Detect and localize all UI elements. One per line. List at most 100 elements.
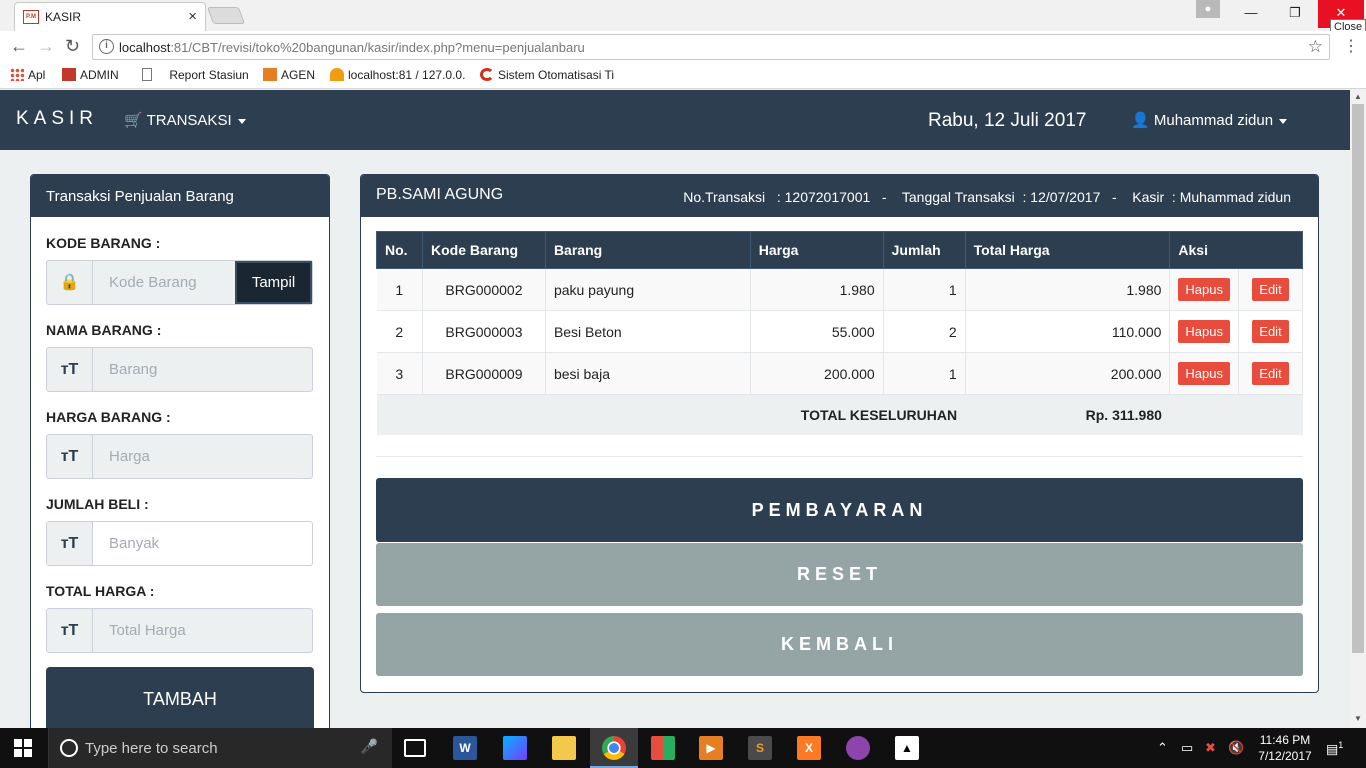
taskbar-clock[interactable]: 11:46 PM 7/12/2017 [1254,732,1316,764]
windows-taskbar: Type here to search 🎤 W ▶ S X ▲ ⌃ ▭ ✖ 🔇 … [0,728,1366,768]
harga-placeholder: Harga [109,448,150,465]
search-placeholder: Type here to search [85,740,218,757]
hapus-button[interactable]: Hapus [1178,278,1230,301]
col-barang: Barang [544,231,751,269]
caret-down-icon [1279,118,1288,124]
url-text[interactable]: localhost:81/CBT/revisi/toko%20bangunan/… [119,40,585,55]
sublime-icon[interactable]: S [748,736,772,760]
divider [376,456,1303,457]
text-height-icon: тT [47,609,93,652]
col-harga: Harga [749,231,884,269]
scroll-up-icon[interactable]: ▲ [1354,92,1362,101]
edit-button[interactable]: Edit [1252,362,1289,385]
transaction-meta: No.Transaksi : 12072017001 - Tanggal Tra… [683,189,1291,205]
info-icon[interactable]: i [99,39,114,54]
photos-icon[interactable]: ▲ [895,736,919,760]
hapus-button[interactable]: Hapus [1178,362,1230,385]
kode-placeholder: Kode Barang [109,274,197,291]
bookmark-apps[interactable]: Apl [10,68,45,82]
bookmarks-bar: Apl ADMIN Report Stasiun AGEN localhost:… [0,63,1366,89]
scroll-down-icon[interactable]: ▼ [1354,714,1362,723]
kode-barang-input[interactable]: 🔒 Kode Barang Tampil [46,260,313,305]
bookmark-report[interactable]: Report Stasiun [142,68,249,82]
user-menu[interactable]: 👤 Muhammad zidun [1131,111,1288,129]
text-height-icon: тT [47,435,93,478]
paint-icon[interactable] [846,736,870,760]
harga-barang-input[interactable]: тT Harga [46,434,313,479]
page-scrollbar[interactable]: ▲ ▼ [1350,90,1366,728]
edit-button[interactable]: Edit [1252,320,1289,343]
xampp-icon[interactable]: X [797,736,821,760]
profile-icon[interactable]: ● [1196,0,1220,18]
forward-arrow-icon[interactable]: → [37,36,55,57]
tampil-button[interactable]: Tampil [235,261,312,304]
total-placeholder: Total Harga [109,622,186,639]
edit-button[interactable]: Edit [1252,278,1289,301]
bookmark-star-icon[interactable]: ☆ [1308,37,1323,57]
new-tab-button[interactable] [206,7,246,24]
volume-icon[interactable]: 🔇 [1228,740,1244,756]
current-date: Rabu, 12 Juli 2017 [928,110,1087,131]
cortana-icon [60,739,78,757]
table-row: 3 BRG000009 besi baja 200.000 1 200.000 … [376,352,1304,395]
tray-chevron-icon[interactable]: ⌃ [1157,740,1168,756]
tambah-button[interactable]: TAMBAH [46,667,314,733]
col-total: Total Harga [964,231,1171,269]
microphone-icon[interactable]: 🎤 [361,738,378,755]
total-label: TOTAL HARGA : [46,583,155,599]
pembayaran-button[interactable]: PEMBAYARAN [376,478,1303,542]
transaksi-menu[interactable]: 🛒 TRANSAKSI [124,111,246,129]
bookmark-admin[interactable]: ADMIN [62,68,119,82]
hapus-button[interactable]: Hapus [1178,320,1230,343]
cell-barang: besi baja [545,352,751,395]
battery-icon[interactable]: ▭ [1181,740,1193,756]
cell-no: 2 [376,310,423,353]
bookmark-sistem[interactable]: Sistem Otomatisasi Ti [480,68,614,82]
browser-tabstrip: P.M KASIR × ● — ❐ ✕ Close [0,0,1366,35]
kembali-button[interactable]: KEMBALI [376,613,1303,676]
taskbar-search[interactable]: Type here to search 🎤 [48,728,392,768]
cart-icon: 🛒 [124,112,143,129]
col-kode: Kode Barang [421,231,546,269]
clock-date: 7/12/2017 [1258,749,1312,763]
bookmark-agen[interactable]: AGEN [263,68,315,82]
jumlah-beli-input[interactable]: тT Banyak [46,521,313,566]
chrome-icon[interactable] [602,736,626,760]
minimize-button[interactable]: — [1228,0,1274,28]
store-app-icon[interactable] [503,736,527,760]
browser-tab[interactable]: P.M KASIR × [14,2,206,31]
back-arrow-icon[interactable]: ← [10,36,28,57]
reset-button[interactable]: RESET [376,543,1303,606]
bookmark-phpmyadmin[interactable]: localhost:81 / 127.0.0. [330,68,465,82]
windows-start-icon[interactable] [14,739,32,757]
task-view-icon[interactable] [404,739,426,757]
cell-total: 200.000 [965,352,1171,395]
cell-harga: 1.980 [750,268,884,311]
action-center-icon[interactable]: ▤1 [1326,740,1343,757]
windows-apps-icon[interactable] [651,736,675,760]
total-label: TOTAL KESELURUHAN [376,394,966,435]
word-icon[interactable]: W [453,736,477,760]
brand-logo[interactable]: KASIR [16,108,98,130]
text-height-icon: тT [47,348,93,391]
total-harga-input[interactable]: тT Total Harga [46,608,313,653]
file-explorer-icon[interactable] [552,736,576,760]
scroll-thumb[interactable] [1352,104,1364,653]
restore-button[interactable]: ❐ [1272,0,1318,28]
panel-title: Transaksi Penjualan Barang [31,175,329,217]
cell-harga: 55.000 [750,310,884,353]
network-icon[interactable]: ✖ [1205,740,1216,756]
nama-barang-input[interactable]: тT Barang [46,347,313,392]
text-height-icon: тT [47,522,93,565]
media-player-icon[interactable]: ▶ [699,736,723,760]
jumlah-placeholder: Banyak [109,535,160,552]
chrome-menu-icon[interactable]: ⋮ [1343,36,1359,56]
reload-icon[interactable]: ↻ [65,36,80,57]
harga-label: HARGA BARANG : [46,409,171,425]
address-bar[interactable]: i localhost:81/CBT/revisi/toko%20banguna… [92,34,1330,60]
jumlah-label: JUMLAH BELI : [46,496,149,512]
tab-close-icon[interactable]: × [188,8,197,25]
items-table: No. Kode Barang Barang Harga Jumlah Tota… [376,231,1304,435]
cell-barang: paku payung [545,268,751,311]
col-no: No. [376,231,423,269]
